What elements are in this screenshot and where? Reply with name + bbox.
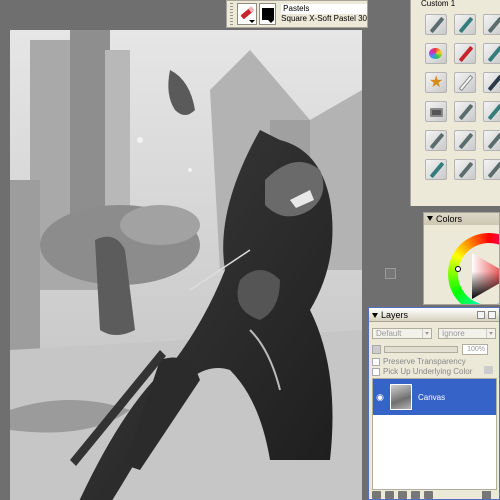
- layer-mask-icon[interactable]: [424, 491, 433, 499]
- trash-icon[interactable]: [482, 491, 491, 499]
- pen-tool-icon[interactable]: [425, 14, 447, 35]
- pick-up-underlying-checkbox[interactable]: [372, 367, 380, 376]
- colors-panel-header[interactable]: Colors: [424, 213, 499, 225]
- composite-depth-value: Ignore: [442, 329, 465, 338]
- new-group-icon[interactable]: [398, 491, 407, 499]
- pen-tool-icon[interactable]: [425, 130, 447, 151]
- chevron-down-icon: [249, 20, 256, 23]
- pick-up-underlying-label: Pick Up Underlying Color: [383, 367, 473, 376]
- opacity-icon: [372, 345, 381, 354]
- custom-palette-title: Custom 1: [421, 0, 456, 8]
- red-pastel-icon[interactable]: [454, 43, 476, 64]
- dynamic-plugins-icon[interactable]: [385, 491, 394, 499]
- pen-tool-icon[interactable]: [454, 130, 476, 151]
- lock-icon[interactable]: [484, 366, 493, 374]
- pen-tool-icon[interactable]: [483, 14, 500, 35]
- composite-depth-select[interactable]: Ignore: [438, 328, 496, 339]
- star-brush-icon[interactable]: [425, 72, 447, 93]
- preserve-transparency-label: Preserve Transparency: [383, 357, 466, 366]
- white-chalk-icon[interactable]: [454, 72, 476, 93]
- layer-name: Canvas: [418, 392, 446, 402]
- painting-canvas[interactable]: [10, 30, 362, 500]
- square-swatch-icon: [261, 8, 274, 20]
- chevron-down-icon: [422, 329, 431, 338]
- collapse-triangle-icon[interactable]: [427, 216, 433, 221]
- pen-tool-icon[interactable]: [454, 101, 476, 122]
- pen-tool-icon[interactable]: [454, 159, 476, 180]
- chevron-down-icon: [486, 329, 495, 338]
- custom-tool-grid: [425, 14, 500, 180]
- new-layer-icon[interactable]: [411, 491, 420, 499]
- pen-tool-icon[interactable]: [454, 14, 476, 35]
- close-icon[interactable]: [488, 311, 496, 319]
- pen-tool-icon[interactable]: [483, 43, 500, 64]
- composite-method-select[interactable]: Default: [372, 328, 432, 339]
- canvas-scroll-corner: [385, 268, 396, 279]
- hue-marker[interactable]: [455, 266, 461, 272]
- brush-category-button[interactable]: [237, 3, 258, 25]
- painting-artwork: [10, 30, 362, 500]
- camera-clone-icon[interactable]: [425, 101, 447, 122]
- layer-commands-icon[interactable]: [372, 491, 381, 499]
- layers-panel-header[interactable]: Layers: [369, 308, 499, 322]
- brush-category-label: Pastels: [281, 4, 367, 14]
- panel-menu-icon[interactable]: [477, 311, 485, 319]
- preserve-transparency-checkbox[interactable]: [372, 357, 380, 366]
- brush-variant-button[interactable]: [259, 3, 277, 25]
- pen-tool-icon[interactable]: [483, 130, 500, 151]
- composite-method-value: Default: [376, 329, 402, 338]
- layers-panel: Layers Default Ignore 100% Preserve Tran…: [368, 307, 500, 500]
- opacity-value[interactable]: 100%: [462, 344, 488, 355]
- pen-tool-icon[interactable]: [425, 159, 447, 180]
- opacity-slider[interactable]: [384, 346, 458, 353]
- layer-row[interactable]: ◉ Canvas: [373, 379, 496, 415]
- brush-variant-label: Square X-Soft Pastel 30: [281, 14, 367, 23]
- layer-toolbar: [372, 491, 433, 499]
- layers-panel-title: Layers: [381, 310, 409, 320]
- layer-thumbnail: [390, 384, 412, 410]
- dark-pen-icon[interactable]: [483, 72, 500, 93]
- toolbar-grip[interactable]: [230, 3, 234, 25]
- pen-tool-icon[interactable]: [483, 101, 500, 122]
- color-palette-icon[interactable]: [425, 43, 447, 64]
- chevron-down-icon: [268, 20, 275, 23]
- colors-panel: Colors: [423, 212, 500, 305]
- colors-panel-title: Colors: [436, 214, 463, 224]
- brush-selector-bar: Pastels Square X-Soft Pastel 30: [226, 0, 368, 28]
- collapse-triangle-icon[interactable]: [372, 313, 378, 318]
- layer-list: ◉ Canvas: [372, 378, 497, 490]
- custom-palette: Custom 1: [410, 0, 500, 206]
- eye-icon[interactable]: ◉: [373, 380, 387, 414]
- pen-tool-icon[interactable]: [483, 159, 500, 180]
